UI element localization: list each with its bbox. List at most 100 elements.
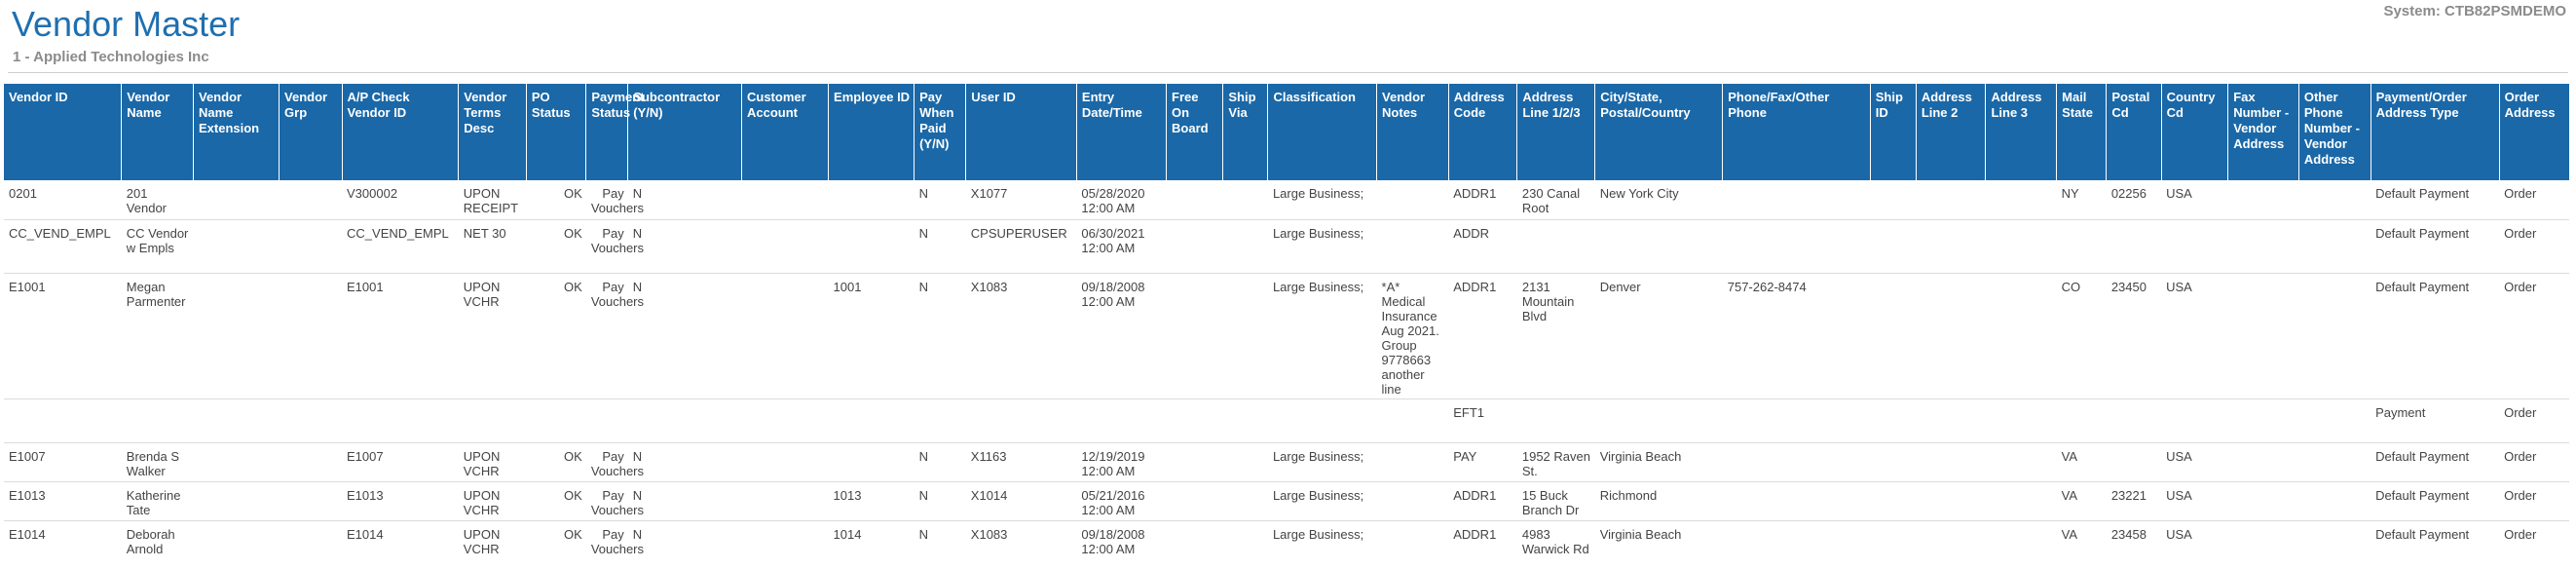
table-cell: 05/28/2020 12:00 AM [1076, 180, 1167, 220]
table-cell: VA [2056, 442, 2107, 482]
col-order-address[interactable]: Order Address [2498, 84, 2569, 180]
table-cell [2227, 180, 2299, 220]
col-classification[interactable]: Classification [1267, 84, 1377, 180]
col-customer-account[interactable]: Customer Account [740, 84, 829, 180]
table-cell [1377, 520, 1449, 569]
table-cell [741, 520, 828, 569]
table-cell: E1014 [347, 526, 384, 542]
company-name: 1 - Applied Technologies Inc [13, 49, 209, 65]
table-cell: Default Payment [2375, 526, 2470, 542]
col-mail-state[interactable]: Mail State [2056, 84, 2107, 180]
table-cell [741, 219, 829, 274]
col-vendor-grp[interactable]: Vendor Grp [279, 84, 343, 180]
table-cell [1376, 219, 1449, 274]
table-row[interactable]: E1014 Deborah Arnold E1014 UPON VCHR OK Pay V… [4, 520, 2569, 569]
col-subcontractor[interactable]: Subcontractor (Y/N) [627, 84, 742, 180]
col-phone-fax-other[interactable]: Phone/Fax/Other Phone [1722, 84, 1871, 180]
col-address-line-3[interactable]: Address Line 3 [1985, 84, 2057, 180]
table-cell: 09/18/2008 12:00 AM [1081, 526, 1145, 556]
col-vendor-notes[interactable]: Vendor Notes [1376, 84, 1449, 180]
table-cell [279, 398, 343, 443]
col-vendor-id[interactable]: Vendor ID [4, 84, 122, 180]
table-cell: X1077 [965, 180, 1077, 220]
table-cell: PAY [1448, 442, 1517, 482]
col-vendor-terms-desc[interactable]: Vendor Terms Desc [458, 84, 527, 180]
table-cell: CO [2056, 273, 2107, 399]
table-cell: E1007 [342, 442, 459, 482]
col-payment-order-address-type[interactable]: Payment/Order Address Type [2370, 84, 2500, 180]
col-po-status[interactable]: PO Status [525, 84, 586, 180]
table-cell: USA [2166, 526, 2192, 542]
table-cell: E1001 [4, 273, 122, 399]
table-cell: Large Business; [1272, 526, 1364, 542]
table-cell: USA [2161, 180, 2228, 220]
table-row[interactable]: E1007 Brenda S Walker E1007 UPON VCHR OK Pay … [4, 442, 2569, 482]
table-row[interactable]: E1001 Megan Parmenter E1001 UPON VCHR OK Pay … [4, 273, 2569, 399]
table-cell [2227, 398, 2299, 443]
table-cell [1986, 520, 2057, 569]
table-cell: 02256 [2106, 180, 2162, 220]
col-city-state-postal-country[interactable]: City/State, Postal/Country [1594, 84, 1723, 180]
col-entry-date-time[interactable]: Entry Date/Time [1075, 84, 1167, 180]
table-cell [741, 481, 829, 521]
col-address-code[interactable]: Address Code [1447, 84, 1517, 180]
col-fax-number[interactable]: Fax Number - Vendor Address [2227, 84, 2299, 180]
table-row[interactable]: 0201 201 Vendor V300002 UPON RECEIPT OK Pay V… [4, 180, 2569, 220]
table-cell: Richmond [1594, 481, 1723, 521]
col-ship-id[interactable]: Ship ID [1869, 84, 1917, 180]
col-pay-when-paid[interactable]: Pay When Paid (Y/N) [914, 84, 966, 180]
table-row[interactable]: EFT1 Payment Order [4, 398, 2569, 443]
col-free-on-board[interactable]: Free On Board [1166, 84, 1223, 180]
table-cell: Large Business; [1267, 180, 1377, 220]
col-country-cd[interactable]: Country Cd [2160, 84, 2228, 180]
table-cell: UPON VCHR [458, 481, 527, 521]
table-cell [2227, 273, 2299, 399]
col-payment-status[interactable]: Payment Status [585, 84, 645, 180]
table-cell: Pay Vouchers [585, 273, 644, 399]
col-user-id[interactable]: User ID [965, 84, 1077, 180]
table-cell: Order [2499, 442, 2569, 482]
table-cell: OK [526, 180, 586, 220]
table-cell [193, 219, 280, 274]
table-cell: N [627, 481, 742, 521]
table-cell: UPON VCHR [458, 273, 527, 399]
table-cell: Order [2504, 526, 2537, 542]
col-address-line-2[interactable]: Address Line 2 [1915, 84, 1986, 180]
table-cell [1516, 219, 1595, 274]
col-address-line-123[interactable]: Address Line 1/2/3 [1516, 84, 1595, 180]
table-cell [2227, 442, 2299, 482]
table-cell [2161, 398, 2228, 443]
table-cell: CC_VEND_EMPL [4, 219, 122, 274]
table-cell: 230 Canal Root [1516, 180, 1595, 220]
col-employee-id[interactable]: Employee ID [828, 84, 915, 180]
table-cell [2227, 481, 2299, 521]
system-label: System: CTB82PSMDEMO [2383, 3, 2566, 19]
table-cell [1722, 219, 1871, 274]
table-cell [1166, 219, 1223, 274]
table-cell [741, 398, 829, 443]
table-cell: VA [2056, 481, 2107, 521]
table-cell [193, 442, 280, 482]
table-row[interactable]: E1013 Katherine Tate E1013 UPON VCHR OK Pay V… [4, 481, 2569, 521]
table-cell: 23450 [2106, 273, 2162, 399]
table-cell [279, 180, 343, 220]
col-other-phone-number[interactable]: Other Phone Number - Vendor Address [2297, 84, 2371, 180]
header-row: Vendor ID Vendor Name Vendor Name Extens… [4, 84, 2569, 180]
col-ship-via[interactable]: Ship Via [1222, 84, 1268, 180]
col-ap-check-vendor-id[interactable]: A/P Check Vendor ID [341, 84, 459, 180]
table-cell: Pay Vouchers [585, 180, 644, 220]
table-cell: 06/30/2021 12:00 AM [1076, 219, 1167, 274]
table-cell: Order [2499, 273, 2569, 399]
col-vendor-name-extension[interactable]: Vendor Name Extension [192, 84, 280, 180]
table-cell: E1001 [342, 273, 459, 399]
table-cell [1376, 180, 1449, 220]
table-row[interactable]: CC_VEND_EMPL CC Vendor w Empls CC_VEND_EMP… [4, 219, 2569, 274]
table-cell: *A* Medical Insurance Aug 2021. Group 97… [1376, 273, 1449, 399]
table-cell [526, 398, 586, 443]
col-postal-cd[interactable]: Postal Cd [2106, 84, 2162, 180]
table-cell [2227, 219, 2299, 274]
col-vendor-name[interactable]: Vendor Name [121, 84, 194, 180]
table-cell [2106, 219, 2162, 274]
table-cell [1916, 398, 1986, 443]
table-cell: 201 Vendor [121, 180, 194, 220]
